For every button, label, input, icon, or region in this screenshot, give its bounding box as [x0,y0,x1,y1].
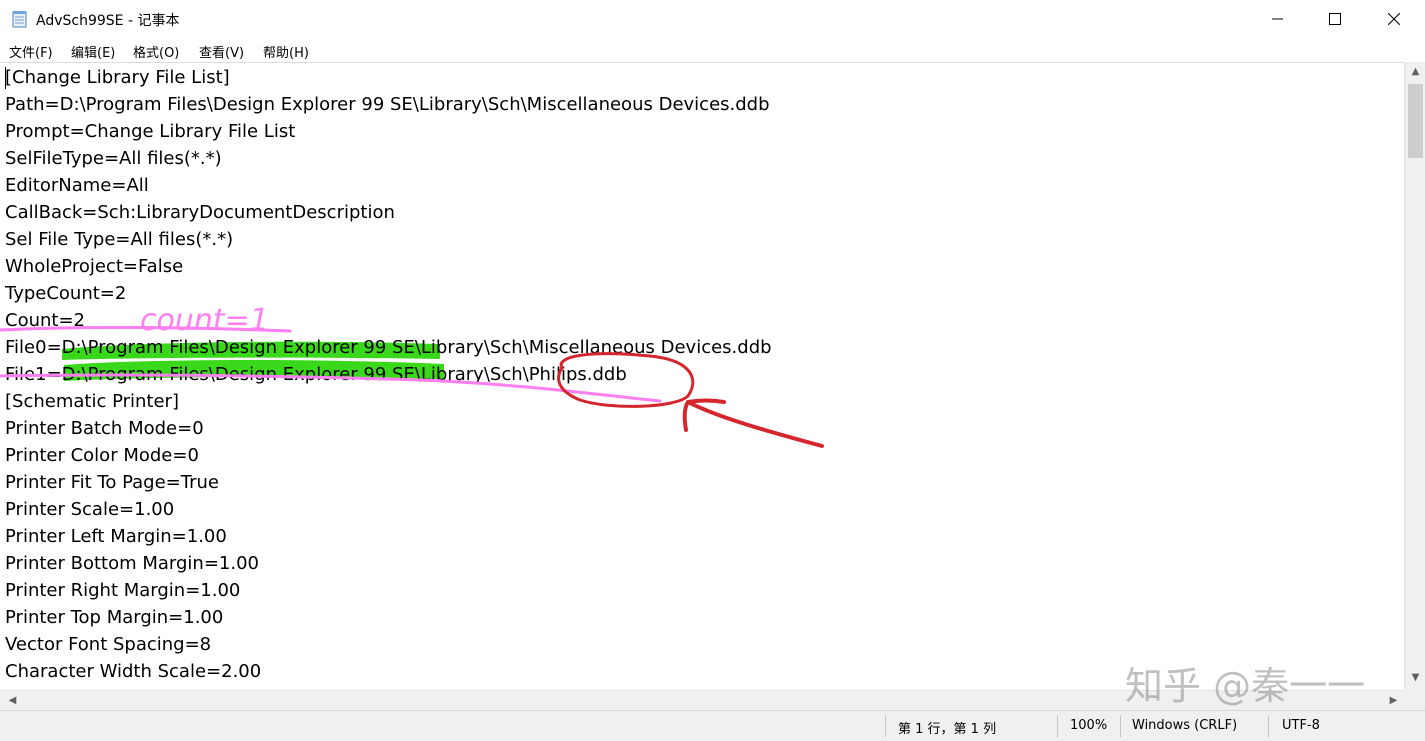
text-line: EditorName=All [5,175,149,196]
zoom-level: 100% [1070,718,1108,733]
menu-edit[interactable]: 编辑(E) [71,42,115,61]
watermark-text: 知乎 @秦一一 [1125,664,1366,708]
text-line: [Change Library File List] [5,67,230,88]
status-divider [1057,715,1058,737]
text-line: WholeProject=False [5,256,184,277]
maximize-button[interactable] [1306,0,1364,38]
menu-help[interactable]: 帮助(H) [263,42,309,61]
notepad-icon [12,11,27,28]
scroll-up-arrow-icon[interactable]: ▲ [1405,66,1425,77]
menu-view[interactable]: 查看(V) [199,42,244,61]
text-line: Printer Bottom Margin=1.00 [5,553,259,574]
text-line: Printer Top Margin=1.00 [5,607,224,628]
scroll-right-arrow-icon[interactable]: ▶ [1383,695,1404,706]
text-line: File1=D:\Program Files\Design Explorer 9… [5,364,627,385]
menu-bar: 文件(F) 编辑(E) 格式(O) 查看(V) 帮助(H) [0,38,1425,62]
text-line: SelFileType=All files(*.*) [5,148,222,169]
text-line: Sel File Type=All files(*.*) [5,229,234,250]
close-button[interactable] [1365,0,1423,38]
text-line: Printer Batch Mode=0 [5,418,204,439]
cursor-position: 第 1 行，第 1 列 [898,722,997,737]
minimize-button[interactable] [1249,0,1307,38]
vertical-scroll-thumb[interactable] [1408,84,1423,158]
text-line: [Schematic Printer] [5,391,179,412]
scroll-down-arrow-icon[interactable]: ▼ [1405,672,1425,683]
scrollbar-corner [1404,690,1425,710]
text-line: Printer Fit To Page=True [5,472,219,493]
menu-format[interactable]: 格式(O) [133,42,179,61]
text-line: TypeCount=2 [5,283,127,304]
status-divider [1268,715,1269,737]
text-line: Printer Color Mode=0 [5,445,199,466]
title-bar: AdvSch99SE - 记事本 [0,0,1425,38]
text-editor[interactable]: [Change Library File List] Path=D:\Progr… [0,62,1404,691]
window-title: AdvSch99SE - 记事本 [36,13,180,29]
text-line: Printer Scale=1.00 [5,499,175,520]
text-line: Printer Right Margin=1.00 [5,580,241,601]
text-line: Path=D:\Program Files\Design Explorer 99… [5,94,770,115]
text-line: CallBack=Sch:LibraryDocumentDescription [5,202,395,223]
scroll-left-arrow-icon[interactable]: ◀ [2,695,23,706]
minimize-icon [1272,18,1283,20]
text-line: Vector Font Spacing=8 [5,634,212,655]
vertical-scrollbar[interactable]: ▲ ▼ [1404,62,1425,690]
text-line: Prompt=Change Library File List [5,121,296,142]
text-line: File0=D:\Program Files\Design Explorer 9… [5,337,772,358]
maximize-icon [1329,13,1341,25]
status-divider [1120,715,1121,737]
text-line: Character Width Scale=2.00 [5,661,262,682]
close-icon [1388,13,1400,25]
menu-file[interactable]: 文件(F) [9,42,53,61]
text-line: Count=2 [5,310,85,331]
line-ending: Windows (CRLF) [1132,718,1238,733]
status-divider [885,715,886,737]
encoding: UTF-8 [1282,718,1320,733]
status-bar: 第 1 行，第 1 列 100% Windows (CRLF) UTF-8 [0,710,1425,741]
text-line: Printer Left Margin=1.00 [5,526,227,547]
